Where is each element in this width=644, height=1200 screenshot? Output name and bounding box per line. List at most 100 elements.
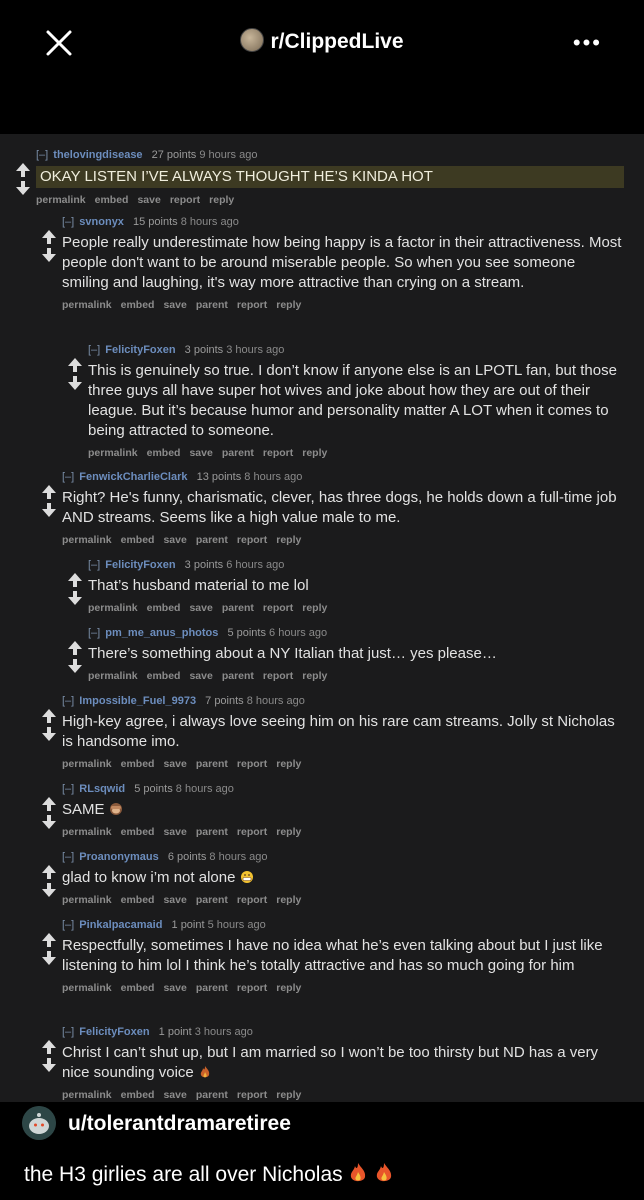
embed-link[interactable]: embed	[95, 194, 129, 206]
embed-link[interactable]: embed	[121, 758, 155, 770]
permalink-link[interactable]: permalink	[88, 602, 138, 614]
save-link[interactable]: save	[137, 194, 160, 206]
embed-link[interactable]: embed	[121, 982, 155, 994]
save-link[interactable]: save	[189, 447, 212, 459]
collapse-toggle[interactable]: [–]	[62, 1026, 74, 1038]
report-link[interactable]: report	[237, 1089, 267, 1101]
report-link[interactable]: report	[170, 194, 200, 206]
permalink-link[interactable]: permalink	[62, 982, 112, 994]
reply-link[interactable]: reply	[276, 1089, 301, 1101]
collapse-toggle[interactable]: [–]	[62, 471, 74, 483]
parent-link[interactable]: parent	[196, 982, 228, 994]
embed-link[interactable]: embed	[147, 670, 181, 682]
comment-author[interactable]: RLsqwid	[79, 783, 125, 795]
permalink-link[interactable]: permalink	[62, 534, 112, 546]
reply-link[interactable]: reply	[276, 826, 301, 838]
collapse-toggle[interactable]: [–]	[88, 559, 100, 571]
reply-link[interactable]: reply	[302, 670, 327, 682]
vote-arrows-icon[interactable]	[40, 796, 58, 830]
collapse-toggle[interactable]: [–]	[62, 919, 74, 931]
embed-link[interactable]: embed	[121, 534, 155, 546]
reply-link[interactable]: reply	[276, 534, 301, 546]
save-link[interactable]: save	[189, 602, 212, 614]
vote-arrows-icon[interactable]	[14, 162, 32, 196]
permalink-link[interactable]: permalink	[62, 826, 112, 838]
collapse-toggle[interactable]: [–]	[62, 695, 74, 707]
permalink-link[interactable]: permalink	[62, 299, 112, 311]
comment-author[interactable]: pm_me_anus_photos	[105, 627, 218, 639]
parent-link[interactable]: parent	[222, 670, 254, 682]
parent-link[interactable]: parent	[196, 894, 228, 906]
parent-link[interactable]: parent	[196, 534, 228, 546]
permalink-link[interactable]: permalink	[36, 194, 86, 206]
embed-link[interactable]: embed	[121, 894, 155, 906]
permalink-link[interactable]: permalink	[62, 1089, 112, 1101]
report-link[interactable]: report	[263, 670, 293, 682]
comment-author[interactable]: FenwickCharlieClark	[79, 471, 187, 483]
reply-link[interactable]: reply	[276, 299, 301, 311]
comment-author[interactable]: FelicityFoxen	[105, 559, 175, 571]
save-link[interactable]: save	[163, 758, 186, 770]
save-link[interactable]: save	[163, 982, 186, 994]
permalink-link[interactable]: permalink	[62, 894, 112, 906]
vote-arrows-icon[interactable]	[40, 1039, 58, 1073]
reply-link[interactable]: reply	[209, 194, 234, 206]
report-link[interactable]: report	[237, 982, 267, 994]
comment-author[interactable]: FelicityFoxen	[105, 344, 175, 356]
vote-arrows-icon[interactable]	[40, 229, 58, 263]
report-link[interactable]: report	[263, 447, 293, 459]
save-link[interactable]: save	[163, 299, 186, 311]
vote-arrows-icon[interactable]	[40, 484, 58, 518]
reply-link[interactable]: reply	[276, 758, 301, 770]
embed-link[interactable]: embed	[121, 1089, 155, 1101]
embed-link[interactable]: embed	[147, 447, 181, 459]
collapse-toggle[interactable]: [–]	[36, 149, 48, 161]
parent-link[interactable]: parent	[222, 602, 254, 614]
parent-link[interactable]: parent	[196, 1089, 228, 1101]
save-link[interactable]: save	[163, 826, 186, 838]
embed-link[interactable]: embed	[121, 826, 155, 838]
reply-link[interactable]: reply	[276, 894, 301, 906]
permalink-link[interactable]: permalink	[88, 447, 138, 459]
comment-author[interactable]: Impossible_Fuel_9973	[79, 695, 196, 707]
collapse-toggle[interactable]: [–]	[62, 851, 74, 863]
vote-arrows-icon[interactable]	[66, 640, 84, 674]
vote-arrows-icon[interactable]	[66, 357, 84, 391]
report-link[interactable]: report	[237, 758, 267, 770]
report-link[interactable]: report	[237, 299, 267, 311]
comment-author[interactable]: Pinkalpacamaid	[79, 919, 162, 931]
comment-author[interactable]: Proanonymaus	[79, 851, 158, 863]
more-options-icon[interactable]: •••	[573, 30, 602, 56]
report-link[interactable]: report	[263, 602, 293, 614]
comment-author[interactable]: svnonyx	[79, 216, 124, 228]
vote-arrows-icon[interactable]	[40, 708, 58, 742]
reply-link[interactable]: reply	[302, 447, 327, 459]
embed-link[interactable]: embed	[121, 299, 155, 311]
comment-author[interactable]: thelovingdisease	[53, 149, 142, 161]
poster-username[interactable]: u/tolerantdramaretiree	[68, 1112, 291, 1136]
subreddit-title[interactable]: r/ClippedLive	[0, 28, 644, 54]
report-link[interactable]: report	[237, 894, 267, 906]
reply-link[interactable]: reply	[302, 602, 327, 614]
save-link[interactable]: save	[189, 670, 212, 682]
embed-link[interactable]: embed	[147, 602, 181, 614]
vote-arrows-icon[interactable]	[40, 932, 58, 966]
save-link[interactable]: save	[163, 894, 186, 906]
vote-arrows-icon[interactable]	[40, 864, 58, 898]
vote-arrows-icon[interactable]	[66, 572, 84, 606]
permalink-link[interactable]: permalink	[88, 670, 138, 682]
collapse-toggle[interactable]: [–]	[88, 627, 100, 639]
collapse-toggle[interactable]: [–]	[62, 783, 74, 795]
reply-link[interactable]: reply	[276, 982, 301, 994]
report-link[interactable]: report	[237, 534, 267, 546]
parent-link[interactable]: parent	[196, 826, 228, 838]
report-link[interactable]: report	[237, 826, 267, 838]
parent-link[interactable]: parent	[196, 299, 228, 311]
comment-author[interactable]: FelicityFoxen	[79, 1026, 149, 1038]
permalink-link[interactable]: permalink	[62, 758, 112, 770]
parent-link[interactable]: parent	[196, 758, 228, 770]
collapse-toggle[interactable]: [–]	[88, 344, 100, 356]
save-link[interactable]: save	[163, 534, 186, 546]
collapse-toggle[interactable]: [–]	[62, 216, 74, 228]
parent-link[interactable]: parent	[222, 447, 254, 459]
